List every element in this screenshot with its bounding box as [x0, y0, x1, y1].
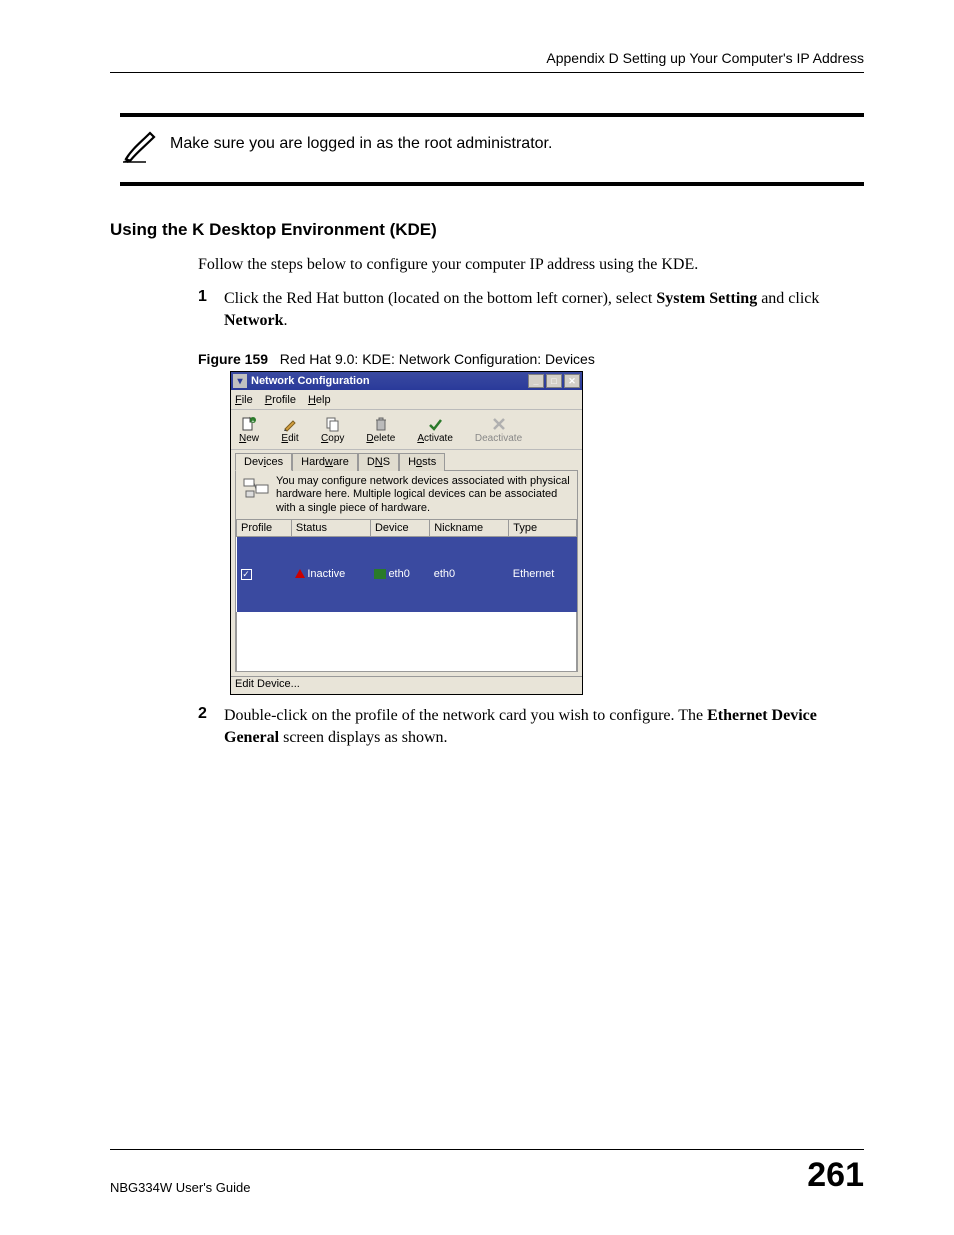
new-button[interactable]: + New [237, 415, 261, 444]
col-nickname[interactable]: Nickname [430, 519, 509, 536]
step-number: 1 [198, 288, 224, 331]
tab-devices[interactable]: Devices [235, 453, 292, 471]
intro-text: Follow the steps below to configure your… [198, 256, 864, 274]
copy-button[interactable]: Copy [319, 415, 346, 444]
page-header: Appendix D Setting up Your Computer's IP… [110, 50, 864, 73]
network-config-window: ▾ Network Configuration _ □ ✕ File Profi… [230, 371, 583, 695]
new-icon: + [240, 415, 258, 433]
note-block: Make sure you are logged in as the root … [120, 113, 864, 186]
delete-label: Delete [366, 433, 395, 444]
row-checkbox[interactable]: ✓ [241, 569, 252, 580]
copy-icon [324, 415, 342, 433]
close-button[interactable]: ✕ [564, 374, 580, 388]
statusbar: Edit Device... [231, 676, 582, 694]
deactivate-icon [490, 415, 508, 433]
col-profile[interactable]: Profile [237, 519, 292, 536]
row-type: Ethernet [509, 536, 577, 612]
edit-label: Edit [281, 433, 298, 444]
col-device[interactable]: Device [370, 519, 429, 536]
minimize-button[interactable]: _ [528, 374, 544, 388]
row-status: Inactive [307, 568, 345, 580]
deactivate-label: Deactivate [475, 433, 522, 444]
col-type[interactable]: Type [509, 519, 577, 536]
devices-info-text: You may configure network devices associ… [276, 475, 571, 515]
note-text: Make sure you are logged in as the root … [170, 129, 552, 153]
toolbar: + New Edit Copy Delete [231, 410, 582, 450]
device-table: Profile Status Device Nickname Type ✓ In… [236, 519, 577, 612]
tab-dns[interactable]: DNS [358, 453, 399, 471]
footer-guide-name: NBG334W User's Guide [110, 1180, 250, 1195]
tab-hardware[interactable]: Hardware [292, 453, 358, 471]
table-row[interactable]: ✓ Inactive eth0 eth0 Ethernet [237, 536, 577, 612]
tab-hosts[interactable]: Hosts [399, 453, 445, 471]
devices-info-icon [242, 475, 270, 503]
maximize-button[interactable]: □ [546, 374, 562, 388]
activate-icon [426, 415, 444, 433]
delete-icon [372, 415, 390, 433]
menu-help[interactable]: Help [308, 394, 331, 406]
step-2: 2 Double-click on the profile of the net… [198, 705, 864, 748]
activate-button[interactable]: Activate [415, 415, 455, 444]
tab-panel-devices: You may configure network devices associ… [235, 470, 578, 672]
titlebar[interactable]: ▾ Network Configuration _ □ ✕ [231, 372, 582, 390]
system-menu-icon[interactable]: ▾ [233, 374, 247, 388]
menubar: File Profile Help [231, 390, 582, 410]
page-number: 261 [807, 1156, 864, 1195]
row-nickname: eth0 [430, 536, 509, 612]
menu-profile[interactable]: Profile [265, 394, 296, 406]
deactivate-button: Deactivate [473, 415, 524, 444]
col-status[interactable]: Status [291, 519, 370, 536]
row-device: eth0 [388, 568, 409, 580]
svg-text:+: + [252, 419, 255, 425]
note-pen-icon [120, 129, 170, 170]
menu-file[interactable]: File [235, 394, 253, 406]
copy-label: Copy [321, 433, 344, 444]
figure-caption: Figure 159 Red Hat 9.0: KDE: Network Con… [198, 351, 864, 367]
ethernet-icon [374, 569, 386, 579]
window-title: Network Configuration [251, 375, 528, 387]
activate-label: Activate [417, 433, 453, 444]
section-heading: Using the K Desktop Environment (KDE) [110, 220, 864, 240]
step-1: 1 Click the Red Hat button (located on t… [198, 288, 864, 331]
new-label: New [239, 433, 259, 444]
edit-button[interactable]: Edit [279, 415, 301, 444]
edit-icon [281, 415, 299, 433]
delete-button[interactable]: Delete [364, 415, 397, 444]
tabs: Devices Hardware DNS Hosts [231, 450, 582, 470]
page-footer: NBG334W User's Guide 261 [110, 1149, 864, 1195]
step-number: 2 [198, 705, 224, 748]
